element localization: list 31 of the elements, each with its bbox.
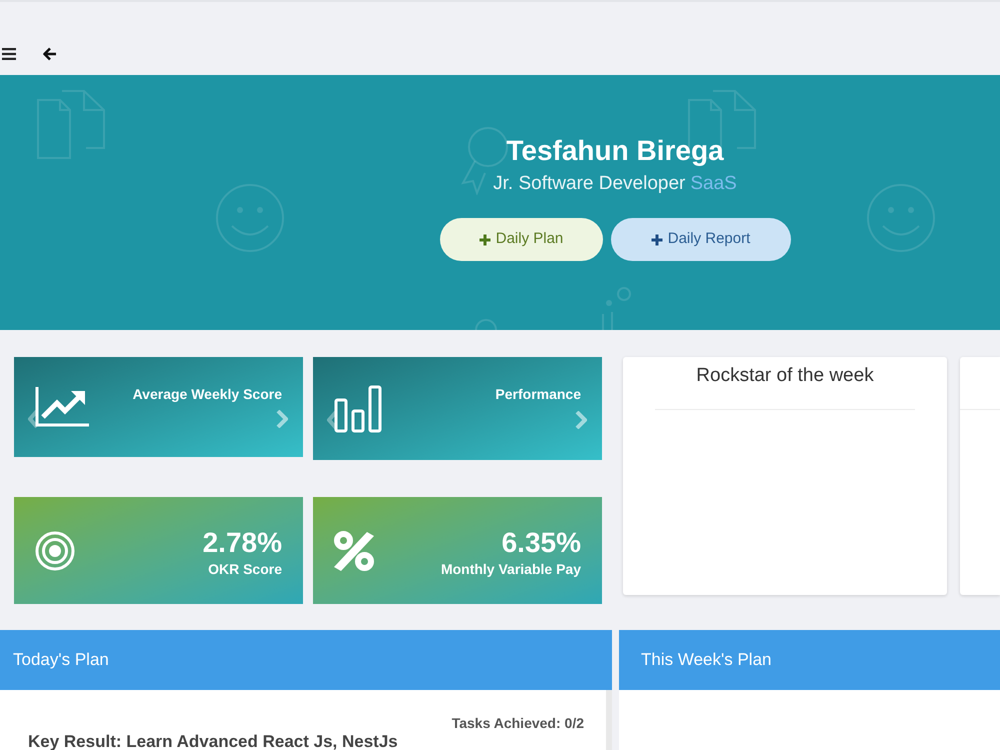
smiley-icon — [215, 183, 285, 253]
plus-icon — [650, 234, 663, 246]
target-icon — [35, 530, 75, 570]
plus-icon — [478, 234, 491, 246]
team-name: SaaS — [690, 172, 737, 196]
user-name: Tesfahun Birega — [506, 134, 724, 168]
chevron-left-icon[interactable] — [327, 411, 337, 429]
metric-label: OKR Score — [208, 560, 282, 578]
daily-plan-button[interactable]: Daily Plan — [440, 218, 602, 261]
panel-title: Today's Plan — [13, 649, 109, 672]
menu-icon[interactable] — [2, 48, 16, 60]
metric-label: Monthly Variable Pay — [440, 560, 581, 578]
daily-report-button[interactable]: Daily Report — [610, 218, 790, 261]
card-title: Average Weekly Score — [132, 385, 282, 404]
card-title: Rockstar of the week — [696, 364, 874, 388]
chevron-left-icon[interactable] — [28, 410, 38, 428]
metric-value: 6.35% — [502, 526, 581, 560]
nodes-icon — [600, 286, 632, 330]
ring-icon — [474, 318, 498, 330]
documents-icon — [36, 90, 106, 160]
scrollbar[interactable] — [606, 690, 612, 750]
panel-title: This Week's Plan — [641, 649, 772, 672]
bar-chart-icon — [334, 384, 382, 432]
line-chart-icon — [35, 387, 89, 427]
percent-icon — [334, 530, 374, 570]
job-title: Jr. Software Developer — [493, 172, 686, 196]
back-arrow-icon[interactable] — [43, 47, 57, 61]
tasks-achieved: Tasks Achieved: 0/2 — [452, 715, 584, 731]
smiley-icon — [866, 183, 936, 253]
card-title: Performance — [495, 385, 581, 404]
metric-value: 2.78% — [202, 526, 282, 560]
